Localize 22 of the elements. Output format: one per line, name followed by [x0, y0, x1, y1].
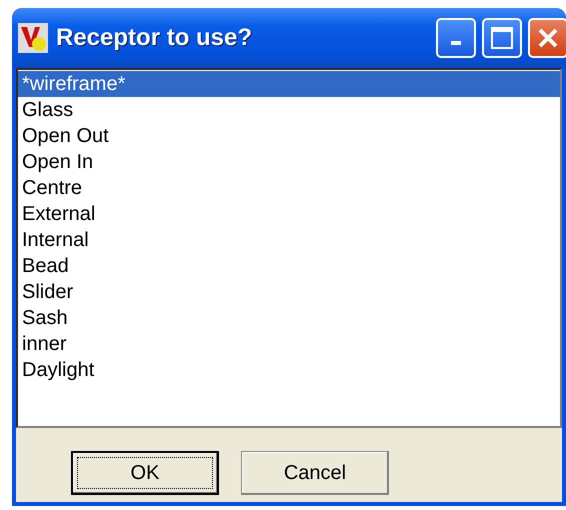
close-icon	[536, 26, 560, 50]
list-item[interactable]: Glass	[18, 97, 560, 123]
list-item[interactable]: inner	[18, 331, 560, 357]
app-logo-icon	[18, 23, 48, 53]
list-item[interactable]: Daylight	[18, 357, 560, 383]
close-button[interactable]	[528, 18, 566, 58]
minimize-button[interactable]	[436, 18, 476, 58]
list-item[interactable]: Internal	[18, 227, 560, 253]
list-item[interactable]: Slider	[18, 279, 560, 305]
ok-button[interactable]: OK	[71, 451, 219, 495]
list-item[interactable]: Bead	[18, 253, 560, 279]
list-item[interactable]: *wireframe*	[18, 71, 560, 97]
window-title: Receptor to use?	[56, 24, 254, 52]
maximize-icon	[490, 26, 514, 50]
minimize-icon	[451, 41, 461, 45]
list-item[interactable]: Open In	[18, 149, 560, 175]
list-item[interactable]: Centre	[18, 175, 560, 201]
cancel-button[interactable]: Cancel	[241, 451, 389, 495]
list-item[interactable]: External	[18, 201, 560, 227]
list-item[interactable]: Sash	[18, 305, 560, 331]
list-item[interactable]: Open Out	[18, 123, 560, 149]
maximize-button[interactable]	[482, 18, 522, 58]
